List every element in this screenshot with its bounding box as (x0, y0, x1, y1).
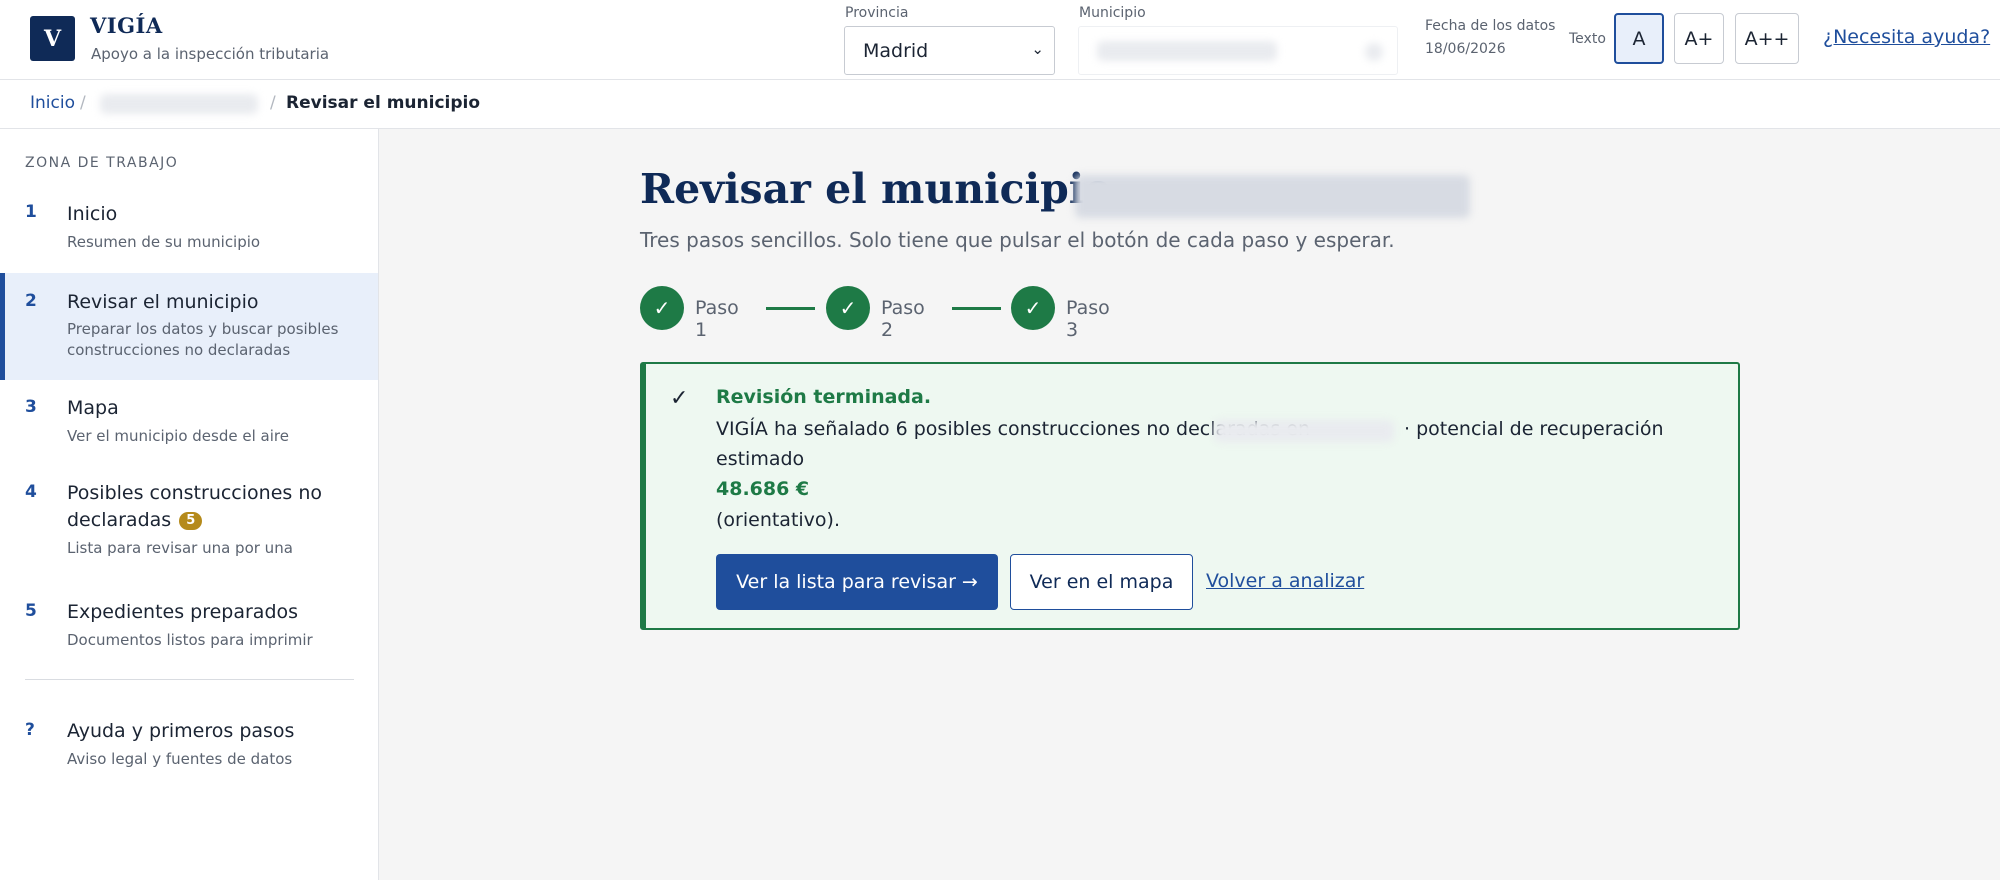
sidebar-item-desc: Aviso legal y fuentes de datos (67, 750, 293, 768)
municipality-select[interactable] (1078, 26, 1398, 75)
step-2-check-icon: ✓ (826, 286, 870, 330)
page-title-municipality-redacted (1075, 175, 1470, 218)
sidebar-item-number: 2 (25, 291, 37, 311)
date-label: Fecha de los datos (1425, 18, 1556, 34)
sidebar-zone-title: ZONA DE TRABAJO (25, 155, 179, 171)
province-value: Madrid (863, 39, 929, 62)
sidebar-item-label: Ayuda y primeros pasos (67, 720, 295, 742)
sidebar-item-number: 1 (25, 202, 37, 222)
sidebar-item-label: Posibles construcciones no (67, 482, 322, 504)
breadcrumb-current: Revisar el municipio (286, 93, 481, 113)
result-panel: ✓ Revisión terminada. VIGÍA ha señalado … (640, 362, 1740, 630)
breadcrumb-home-link[interactable]: Inicio (30, 93, 75, 113)
result-amount: 48.686 € (716, 478, 810, 500)
sidebar-item-number: 3 (25, 397, 37, 417)
page-title: Revisar el municipio · (640, 165, 1141, 213)
app-logo: V (30, 16, 75, 61)
result-municipality-redacted (1214, 420, 1394, 442)
view-map-button[interactable]: Ver en el mapa (1010, 554, 1193, 610)
step-1-label: Paso 1 (695, 297, 739, 341)
sidebar-item-label: Revisar el municipio (67, 291, 259, 313)
sidebar-item-desc: Ver el municipio desde el aire (67, 427, 289, 445)
step-2-label: Paso 2 (881, 297, 925, 341)
sidebar-item-desc: Lista para revisar una por una (67, 539, 293, 557)
step-connector (952, 307, 1001, 310)
result-summary-cont: · potencial de recuperación (1404, 418, 1664, 440)
sidebar-item-number: ? (25, 720, 35, 740)
sidebar-item-number: 5 (25, 601, 37, 621)
sidebar-divider (25, 679, 354, 680)
sidebar: ZONA DE TRABAJO 1 Inicio Resumen de su m… (0, 129, 379, 880)
municipality-label: Municipio (1079, 5, 1146, 21)
date-value: 18/06/2026 (1425, 41, 1506, 57)
page-subtitle: Tres pasos sencillos. Solo tiene que pul… (640, 228, 1395, 252)
app-header: V VIGÍA Apoyo a la inspección tributaria… (0, 0, 2000, 80)
text-size-large-button[interactable]: A+ (1674, 13, 1724, 64)
app-subtitle: Apoyo a la inspección tributaria (91, 45, 330, 63)
step-1-check-icon: ✓ (640, 286, 684, 330)
province-label: Provincia (845, 5, 909, 21)
province-select[interactable]: Madrid ⌄ (844, 26, 1055, 75)
step-3-check-icon: ✓ (1011, 286, 1055, 330)
sidebar-item-label: Expedientes preparados (67, 601, 299, 623)
sidebar-item-posibles[interactable]: 4 Posibles construcciones no declaradas 5… (0, 476, 378, 576)
sidebar-item-ayuda[interactable]: ? Ayuda y primeros pasos Aviso legal y f… (0, 714, 378, 784)
sidebar-item-desc: Preparar los datos y buscar posibles (67, 320, 339, 338)
step-connector (766, 307, 815, 310)
sidebar-item-mapa[interactable]: 3 Mapa Ver el municipio desde el aire (0, 391, 378, 461)
sidebar-item-label-2: declaradas (67, 509, 172, 531)
breadcrumb-separator: / (80, 93, 86, 113)
check-icon: ✓ (670, 386, 689, 411)
chevron-down-icon: ⌄ (1031, 40, 1044, 58)
sidebar-item-desc: construcciones no declaradas (67, 341, 291, 359)
text-size-label: Texto (1569, 31, 1606, 47)
reanalyze-link[interactable]: Volver a analizar (1206, 570, 1364, 592)
chevron-down-icon (1365, 43, 1383, 61)
result-title: Revisión terminada. (716, 386, 932, 408)
breadcrumb-municipality-link[interactable] (100, 94, 258, 114)
count-badge: 5 (179, 512, 203, 530)
sidebar-item-desc: Documentos listos para imprimir (67, 631, 313, 649)
breadcrumb-separator: / (270, 93, 276, 113)
sidebar-item-number: 4 (25, 482, 37, 502)
sidebar-item-inicio[interactable]: 1 Inicio Resumen de su municipio (0, 197, 378, 267)
step-3-label: Paso 3 (1066, 297, 1110, 341)
text-size-normal-button[interactable]: A (1614, 13, 1664, 64)
sidebar-item-label: Inicio (67, 203, 118, 225)
sidebar-item-revisar[interactable]: 2 Revisar el municipio Preparar los dato… (0, 273, 378, 380)
sidebar-item-label: Mapa (67, 397, 119, 419)
help-link[interactable]: ¿Necesita ayuda? (1823, 26, 1990, 48)
breadcrumb: Inicio / / Revisar el municipio (0, 80, 2000, 129)
sidebar-item-desc: Resumen de su municipio (67, 233, 261, 251)
municipality-value-redacted (1097, 40, 1277, 61)
app-title: VIGÍA (90, 13, 163, 38)
result-note: (orientativo). (716, 509, 841, 531)
sidebar-item-label: declaradas 5 (67, 507, 203, 534)
text-size-xlarge-button[interactable]: A++ (1735, 13, 1799, 64)
sidebar-item-expedientes[interactable]: 5 Expedientes preparados Documentos list… (0, 595, 378, 665)
result-summary-cont2: estimado (716, 448, 805, 470)
view-list-button[interactable]: Ver la lista para revisar → (716, 554, 998, 610)
